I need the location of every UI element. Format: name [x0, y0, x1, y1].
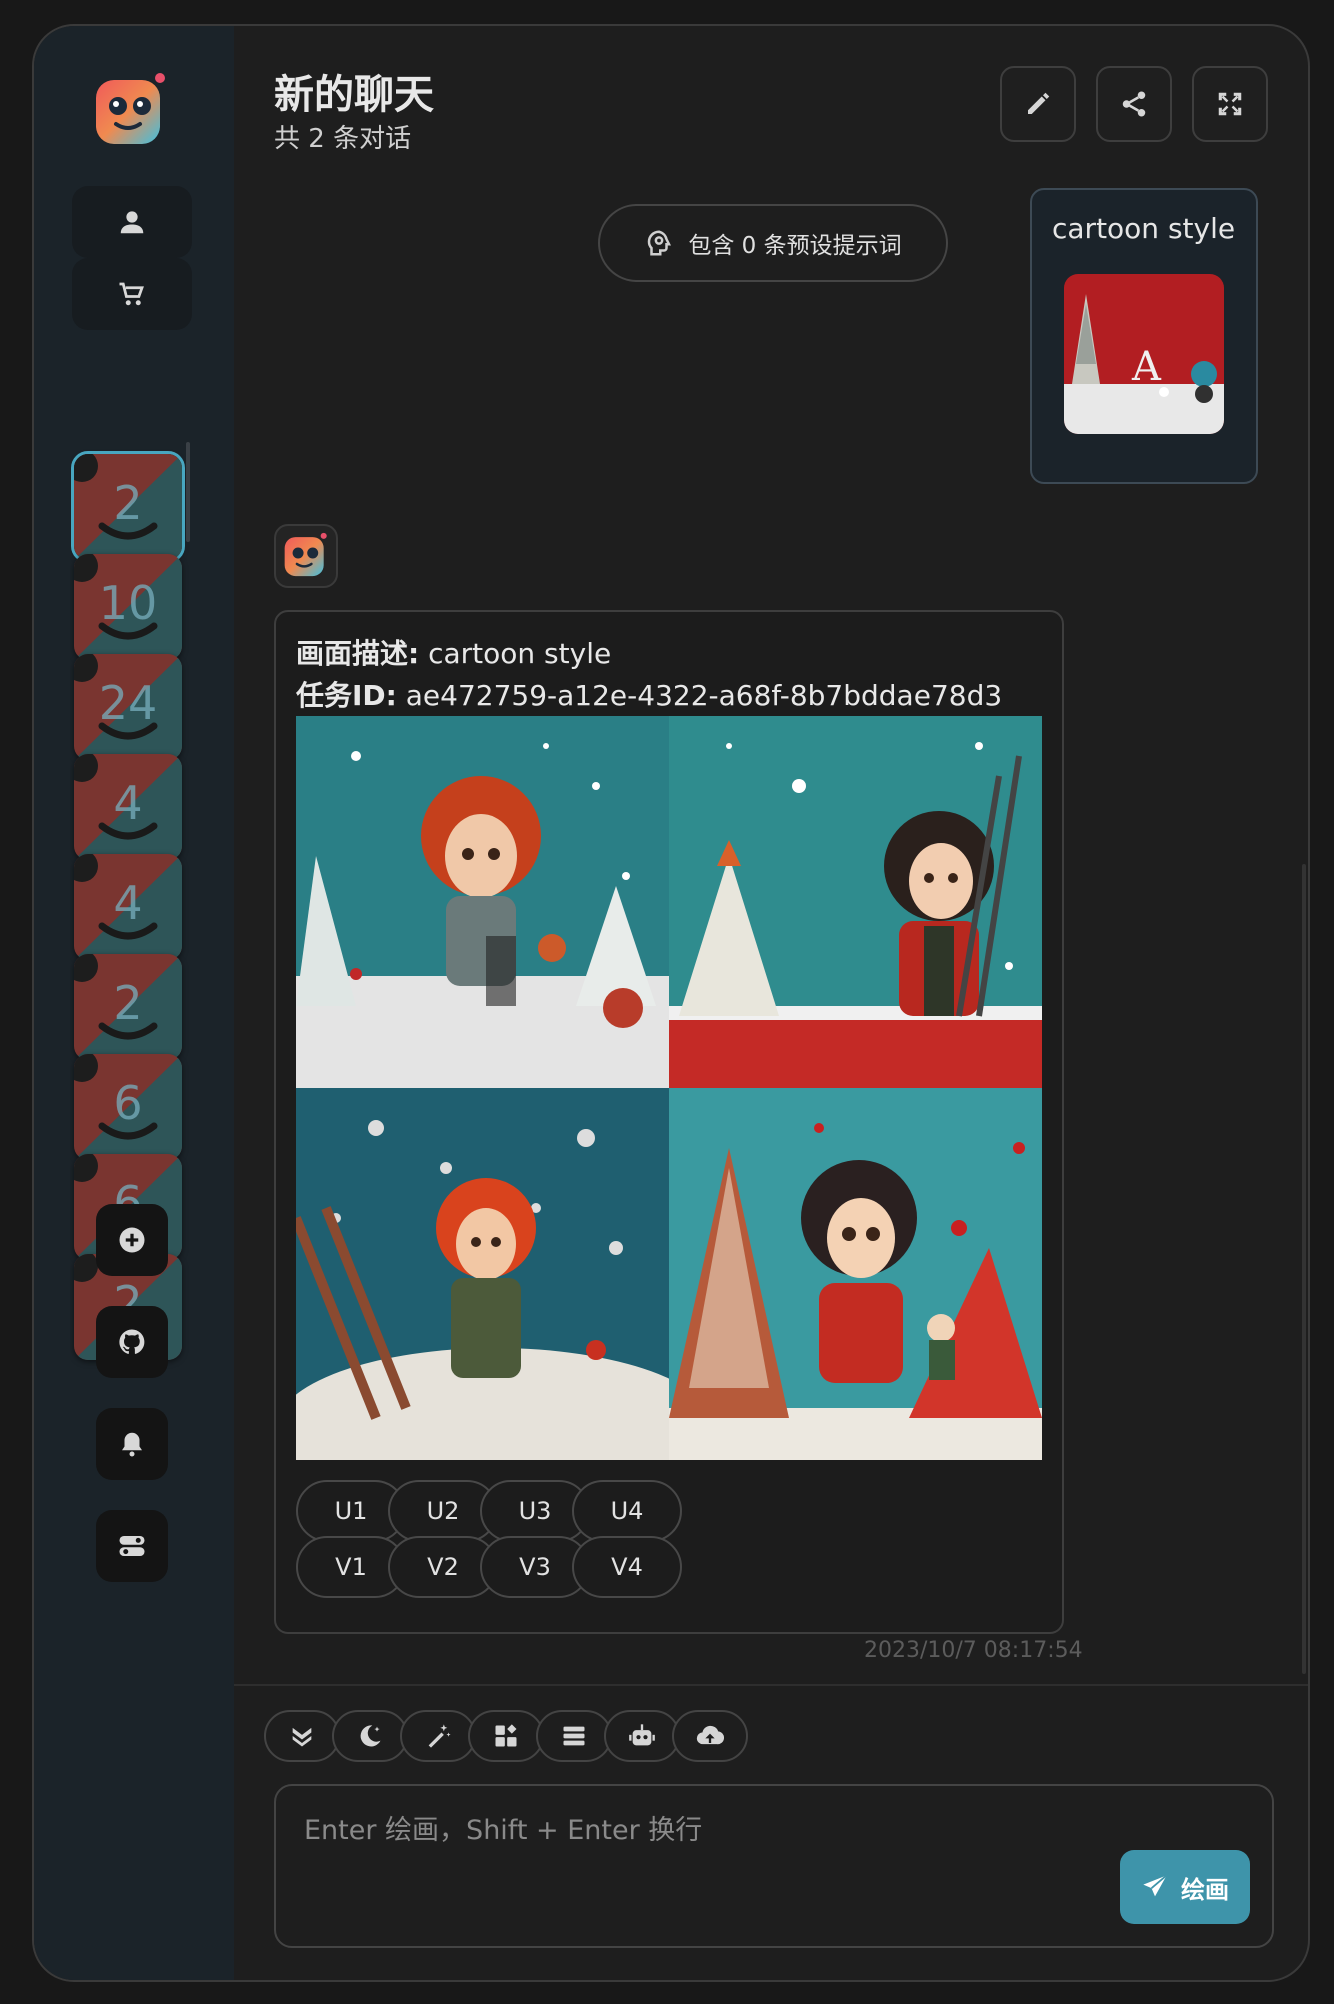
app-logo — [90, 70, 172, 152]
pencil-icon — [1028, 92, 1050, 114]
preset-label: 包含 0 条预设提示词 — [688, 233, 902, 259]
svg-text:A: A — [1131, 344, 1162, 390]
github-icon — [119, 1329, 145, 1354]
settings-button[interactable] — [96, 1510, 168, 1582]
user-attached-image[interactable]: A — [1064, 274, 1224, 434]
task-id: 任务ID: ae472759-a12e-4322-a68f-8b7bddae78… — [296, 674, 1002, 714]
bot-message: 画面描述: cartoon style 任务ID: ae472759-a12e-… — [274, 610, 1064, 1634]
variation-button-4[interactable]: V4 — [572, 1536, 682, 1598]
masks-button[interactable] — [468, 1710, 544, 1762]
sidebar: 2 10 24 4 4 2 6 6 2 — [34, 26, 234, 1980]
draw-send-label: 绘画 — [1181, 1875, 1229, 1904]
session-count: 6 — [113, 1076, 143, 1130]
bot-avatar — [274, 524, 338, 588]
notification-button[interactable] — [96, 1408, 168, 1480]
session-item[interactable]: 2 — [74, 954, 182, 1060]
session-item[interactable]: 10 — [74, 554, 182, 660]
upscale-button-4[interactable]: U4 — [572, 1480, 682, 1542]
session-item[interactable]: 24 — [74, 654, 182, 760]
draw-send-button[interactable]: 绘画 — [1120, 1850, 1250, 1924]
session-item[interactable]: 4 — [74, 854, 182, 960]
app-window: 2 10 24 4 4 2 6 6 2 新的聊天 共 2 条对话 包含 0 条预设提示词 — [32, 24, 1310, 1982]
chat-subtitle: 共 2 条对话 — [274, 124, 412, 154]
description-value: cartoon style — [419, 637, 612, 670]
generated-image-3[interactable] — [296, 1088, 669, 1460]
upload-button[interactable] — [672, 1710, 748, 1762]
bell-icon — [122, 1432, 142, 1457]
model-button[interactable] — [604, 1710, 680, 1762]
paper-plane-icon — [1143, 1874, 1168, 1897]
toggle-icon — [119, 1536, 145, 1556]
composer: 绘画 — [274, 1784, 1274, 1948]
generated-image-4[interactable] — [669, 1088, 1042, 1460]
session-count: 4 — [113, 876, 143, 930]
generated-image-1[interactable] — [296, 716, 669, 1088]
list-icon — [563, 1726, 585, 1746]
double-chevron-down-icon — [292, 1727, 312, 1747]
fullscreen-button[interactable] — [1192, 66, 1268, 142]
user-button[interactable] — [72, 186, 192, 258]
composer-divider — [234, 1684, 1308, 1686]
chat-scrollbar[interactable] — [1302, 864, 1306, 1674]
brain-icon — [648, 230, 672, 256]
message-timestamp: 2023/10/7 08:17:54 — [864, 1638, 1083, 1663]
expand-icon — [1218, 92, 1242, 116]
scroll-bottom-button[interactable] — [264, 1710, 340, 1762]
share-button[interactable] — [1096, 66, 1172, 142]
robot-icon — [629, 1724, 655, 1746]
task-id-label: 任务ID: — [296, 679, 397, 712]
rename-button[interactable] — [1000, 66, 1076, 142]
session-count: 4 — [113, 776, 143, 830]
plus-circle-icon — [119, 1227, 145, 1253]
generated-image-2[interactable] — [669, 716, 1042, 1088]
user-message: cartoon style A — [1030, 188, 1258, 484]
session-item[interactable]: 4 — [74, 754, 182, 860]
magic-wand-icon — [428, 1724, 451, 1748]
generated-image-grid[interactable] — [296, 716, 1042, 1460]
clear-button[interactable] — [536, 1710, 612, 1762]
session-count: 2 — [113, 476, 143, 530]
session-item[interactable]: 6 — [74, 1054, 182, 1160]
share-icon — [1122, 91, 1146, 117]
new-chat-button[interactable] — [96, 1204, 168, 1276]
task-id-value: ae472759-a12e-4322-a68f-8b7bddae78d3 — [396, 679, 1003, 712]
session-list: 2 10 24 4 4 2 6 6 2 — [70, 438, 194, 1548]
cart-icon — [119, 282, 144, 306]
grid-icon — [495, 1724, 517, 1747]
prompt-button[interactable] — [400, 1710, 476, 1762]
session-item[interactable]: 2 — [71, 451, 185, 563]
chat-main: 新的聊天 共 2 条对话 包含 0 条预设提示词 cartoon style A… — [234, 26, 1308, 1980]
user-icon — [120, 211, 144, 234]
chat-title: 新的聊天 — [274, 72, 434, 118]
description-label: 画面描述: — [296, 637, 420, 670]
github-button[interactable] — [96, 1306, 168, 1378]
moon-icon — [360, 1725, 381, 1747]
user-message-text: cartoon style — [1052, 212, 1236, 245]
cloud-upload-icon — [696, 1725, 724, 1745]
image-description: 画面描述: cartoon style — [296, 632, 611, 672]
session-count: 2 — [113, 976, 143, 1030]
preset-prompts-pill[interactable]: 包含 0 条预设提示词 — [598, 204, 948, 282]
shop-button[interactable] — [72, 258, 192, 330]
theme-button[interactable] — [332, 1710, 408, 1762]
session-count: 10 — [98, 576, 158, 630]
session-count: 24 — [98, 676, 158, 730]
